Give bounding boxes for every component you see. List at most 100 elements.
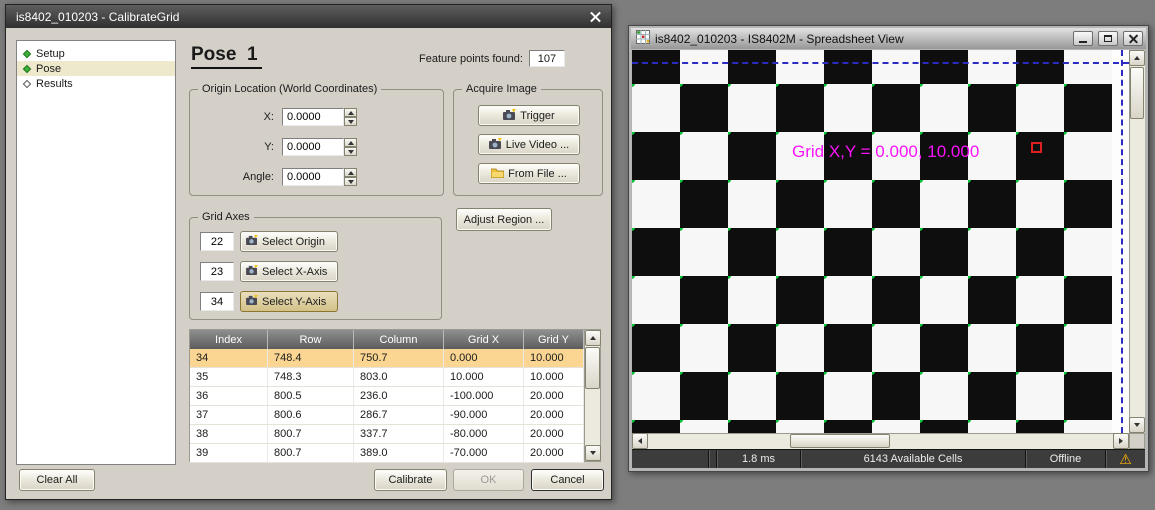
calibration-image-view[interactable]: Grid X,Y = 0.000, 10.000 [632,50,1129,433]
scroll-down-icon[interactable] [585,445,601,461]
scrollbar-thumb[interactable] [790,434,890,448]
table-row[interactable]: 37 800.6 286.7 -90.000 20.000 [190,406,584,425]
header-row: Row [268,330,354,349]
page-title: Pose 1 [191,44,262,69]
grid-xy-overlay: Grid X,Y = 0.000, 10.000 [792,142,979,162]
x-axis-row: Select X-Axis [190,261,441,282]
calibrate-grid-window: is8402_010203 - CalibrateGrid Setup Pose… [5,4,612,500]
close-button[interactable] [1123,31,1143,46]
spreadsheet-window-titlebar[interactable]: is8402_010203 - IS8402M - Spreadsheet Vi… [631,28,1146,49]
spin-up-button[interactable] [344,108,357,117]
calibrate-window-titlebar[interactable]: is8402_010203 - CalibrateGrid [6,5,611,28]
scroll-up-icon[interactable] [585,330,601,346]
y-input[interactable] [282,138,344,156]
calibrate-window-title: is8402_010203 - CalibrateGrid [16,10,590,24]
scrollbar-corner [1129,433,1145,449]
sidebar-item-label: Results [36,78,73,90]
from-file-button-label: From File ... [508,168,567,180]
vertical-scrollbar[interactable] [1129,50,1145,433]
x-label: X: [190,111,274,123]
cell-grid-x: -90.000 [444,406,524,424]
live-video-button[interactable]: Live Video ... [478,134,580,155]
trigger-button[interactable]: Trigger [478,105,580,126]
y-axis-row: Select Y-Axis [190,291,441,312]
table-scrollbar[interactable] [584,330,600,461]
table-row[interactable]: 34 748.4 750.7 0.000 10.000 [190,349,584,368]
selected-point-marker [1031,142,1042,153]
cell-grid-x: -80.000 [444,425,524,443]
folder-icon [491,167,504,181]
cell-index: 39 [190,444,268,462]
sidebar-item-results[interactable]: Results [17,76,175,91]
select-y-axis-button[interactable]: Select Y-Axis [240,291,338,312]
warning-segment[interactable]: ⚠ [1105,450,1145,468]
from-file-button[interactable]: From File ... [478,163,580,184]
scrollbar-thumb[interactable] [1130,67,1144,119]
x-input[interactable] [282,108,344,126]
adjust-region-button[interactable]: Adjust Region ... [456,208,552,231]
table-row[interactable]: 38 800.7 337.7 -80.000 20.000 [190,425,584,444]
spreadsheet-view-window: is8402_010203 - IS8402M - Spreadsheet Vi… [628,25,1149,472]
clear-all-button[interactable]: Clear All [19,469,95,491]
horizontal-scrollbar[interactable] [632,433,1129,449]
adjust-region-button-label: Adjust Region ... [464,214,545,226]
calibrate-button-label: Calibrate [388,474,432,486]
scroll-up-icon[interactable] [1129,50,1145,66]
origin-axis-row: Select Origin [190,231,441,252]
origin-location-group-title: Origin Location (World Coordinates) [198,83,381,95]
sidebar-item-pose[interactable]: Pose [17,61,175,76]
table-row[interactable]: 35 748.3 803.0 10.000 10.000 [190,368,584,387]
header-grid-x: Grid X [444,330,524,349]
x-axis-cell-input[interactable] [200,262,234,281]
cell-index: 37 [190,406,268,424]
table-row[interactable]: 36 800.5 236.0 -100.000 20.000 [190,387,584,406]
angle-input[interactable] [282,168,344,186]
feature-points-label: Feature points found: [419,53,523,65]
cell-column: 337.7 [354,425,444,443]
angle-label: Angle: [190,171,274,183]
green-diamond-icon [23,49,31,57]
scrollbar-thumb[interactable] [585,347,600,389]
close-icon [1129,34,1138,43]
cell-row: 800.6 [268,406,354,424]
minimize-button[interactable] [1073,31,1093,46]
select-x-axis-button[interactable]: Select X-Axis [240,261,338,282]
sidebar-item-label: Setup [36,48,65,60]
cell-grid-y: 20.000 [524,406,584,424]
select-origin-button[interactable]: Select Origin [240,231,338,252]
y-axis-cell-input[interactable] [200,292,234,311]
y-field-row: Y: [190,138,443,158]
spin-up-button[interactable] [344,138,357,147]
spin-up-button[interactable] [344,168,357,177]
cell-column: 389.0 [354,444,444,462]
cell-row: 800.7 [268,444,354,462]
sidebar-item-setup[interactable]: Setup [17,46,175,61]
cell-index: 36 [190,387,268,405]
spin-down-button[interactable] [344,147,357,156]
scroll-right-icon[interactable] [1113,433,1129,449]
hollow-diamond-icon [23,79,31,87]
grid-axes-group: Grid Axes Select Origin [189,217,442,320]
acquire-image-group: Acquire Image Trigger Live Video ... [453,89,603,196]
calibrate-button[interactable]: Calibrate [374,469,447,491]
camera-icon [246,295,258,308]
cell-index: 35 [190,368,268,386]
cell-row: 800.5 [268,387,354,405]
region-boundary-right [1121,50,1123,433]
cell-grid-y: 10.000 [524,368,584,386]
spreadsheet-content: Grid X,Y = 0.000, 10.000 1.8 ms 6143 Ava… [632,50,1145,468]
origin-cell-input[interactable] [200,232,234,251]
table-row[interactable]: 39 800.7 389.0 -70.000 20.000 [190,444,584,463]
desktop: is8402_010203 - CalibrateGrid Setup Pose… [0,0,1155,510]
angle-field-row: Angle: [190,168,443,188]
feature-points-value: 107 [529,50,565,67]
scroll-left-icon[interactable] [632,433,648,449]
spin-down-button[interactable] [344,177,357,186]
feature-points-table: Index Row Column Grid X Grid Y 34 748.4 … [189,329,601,462]
scroll-down-icon[interactable] [1129,417,1145,433]
cell-index: 34 [190,349,268,367]
maximize-button[interactable] [1098,31,1118,46]
close-icon[interactable] [590,11,601,22]
cancel-button[interactable]: Cancel [531,469,604,491]
spin-down-button[interactable] [344,117,357,126]
